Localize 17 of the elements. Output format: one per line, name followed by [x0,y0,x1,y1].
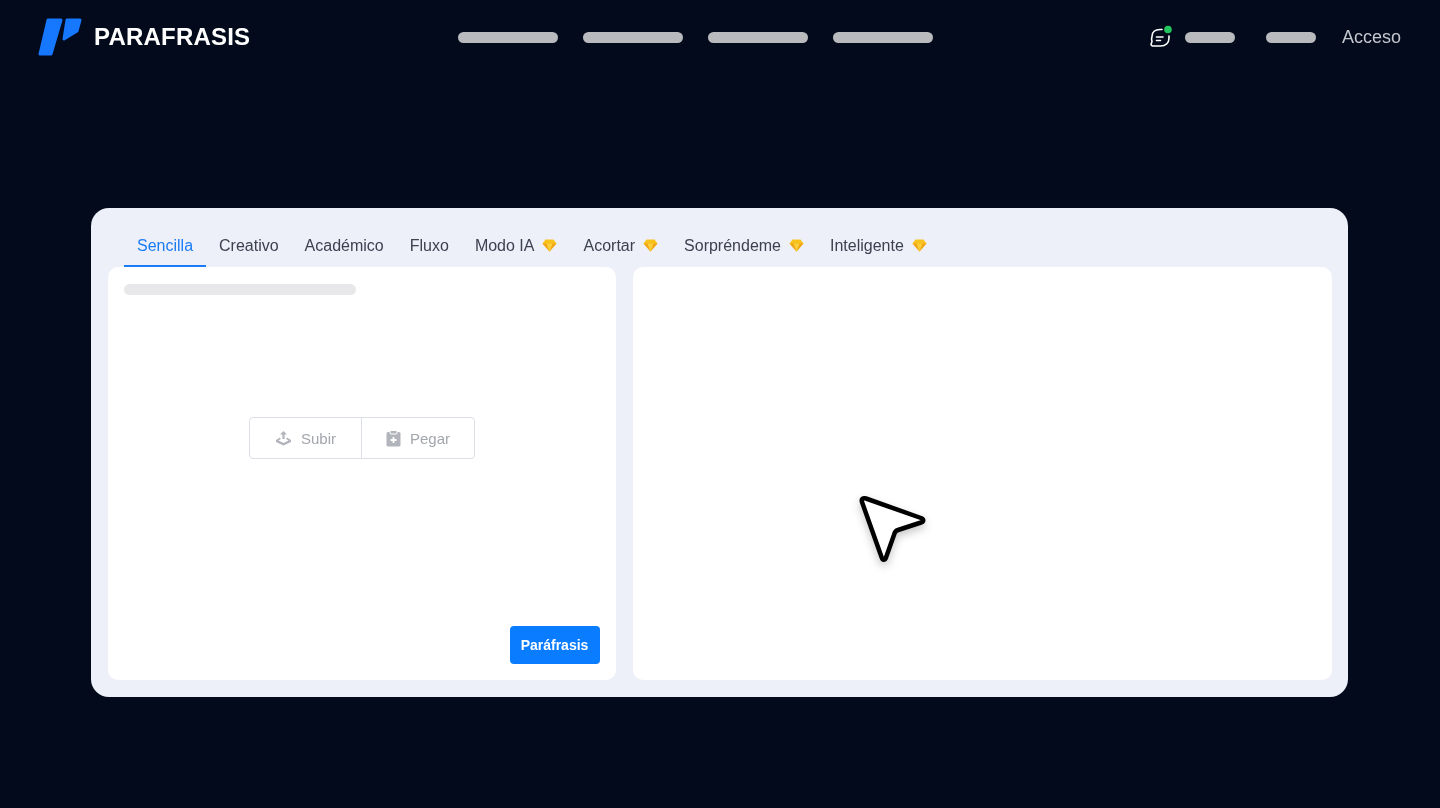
clipboard-plus-icon [386,429,401,447]
mode-tab[interactable]: Inteligente [817,226,940,267]
cursor-arrow-icon [856,494,927,564]
upload-icon [275,430,292,446]
chat-icon[interactable] [1147,24,1173,50]
mode-tab[interactable]: Fluxo [396,226,462,267]
menu-skeleton-line [1265,31,1316,43]
menu-skeleton-line [1184,31,1235,43]
mode-tab[interactable]: Académico [291,226,397,267]
mode-tab[interactable]: Creativo [206,226,292,267]
login-link[interactable]: Acceso [1341,26,1401,48]
mode-tab[interactable]: Acortar [570,226,672,267]
brand-name: PARAFRASIS [94,23,251,51]
mode-tab[interactable]: Modo IA [461,226,571,267]
mode-tab[interactable]: Sorpréndeme [671,226,817,267]
logo-icon [38,18,82,56]
paraphrase-button[interactable]: Paráfrasis [509,626,600,664]
